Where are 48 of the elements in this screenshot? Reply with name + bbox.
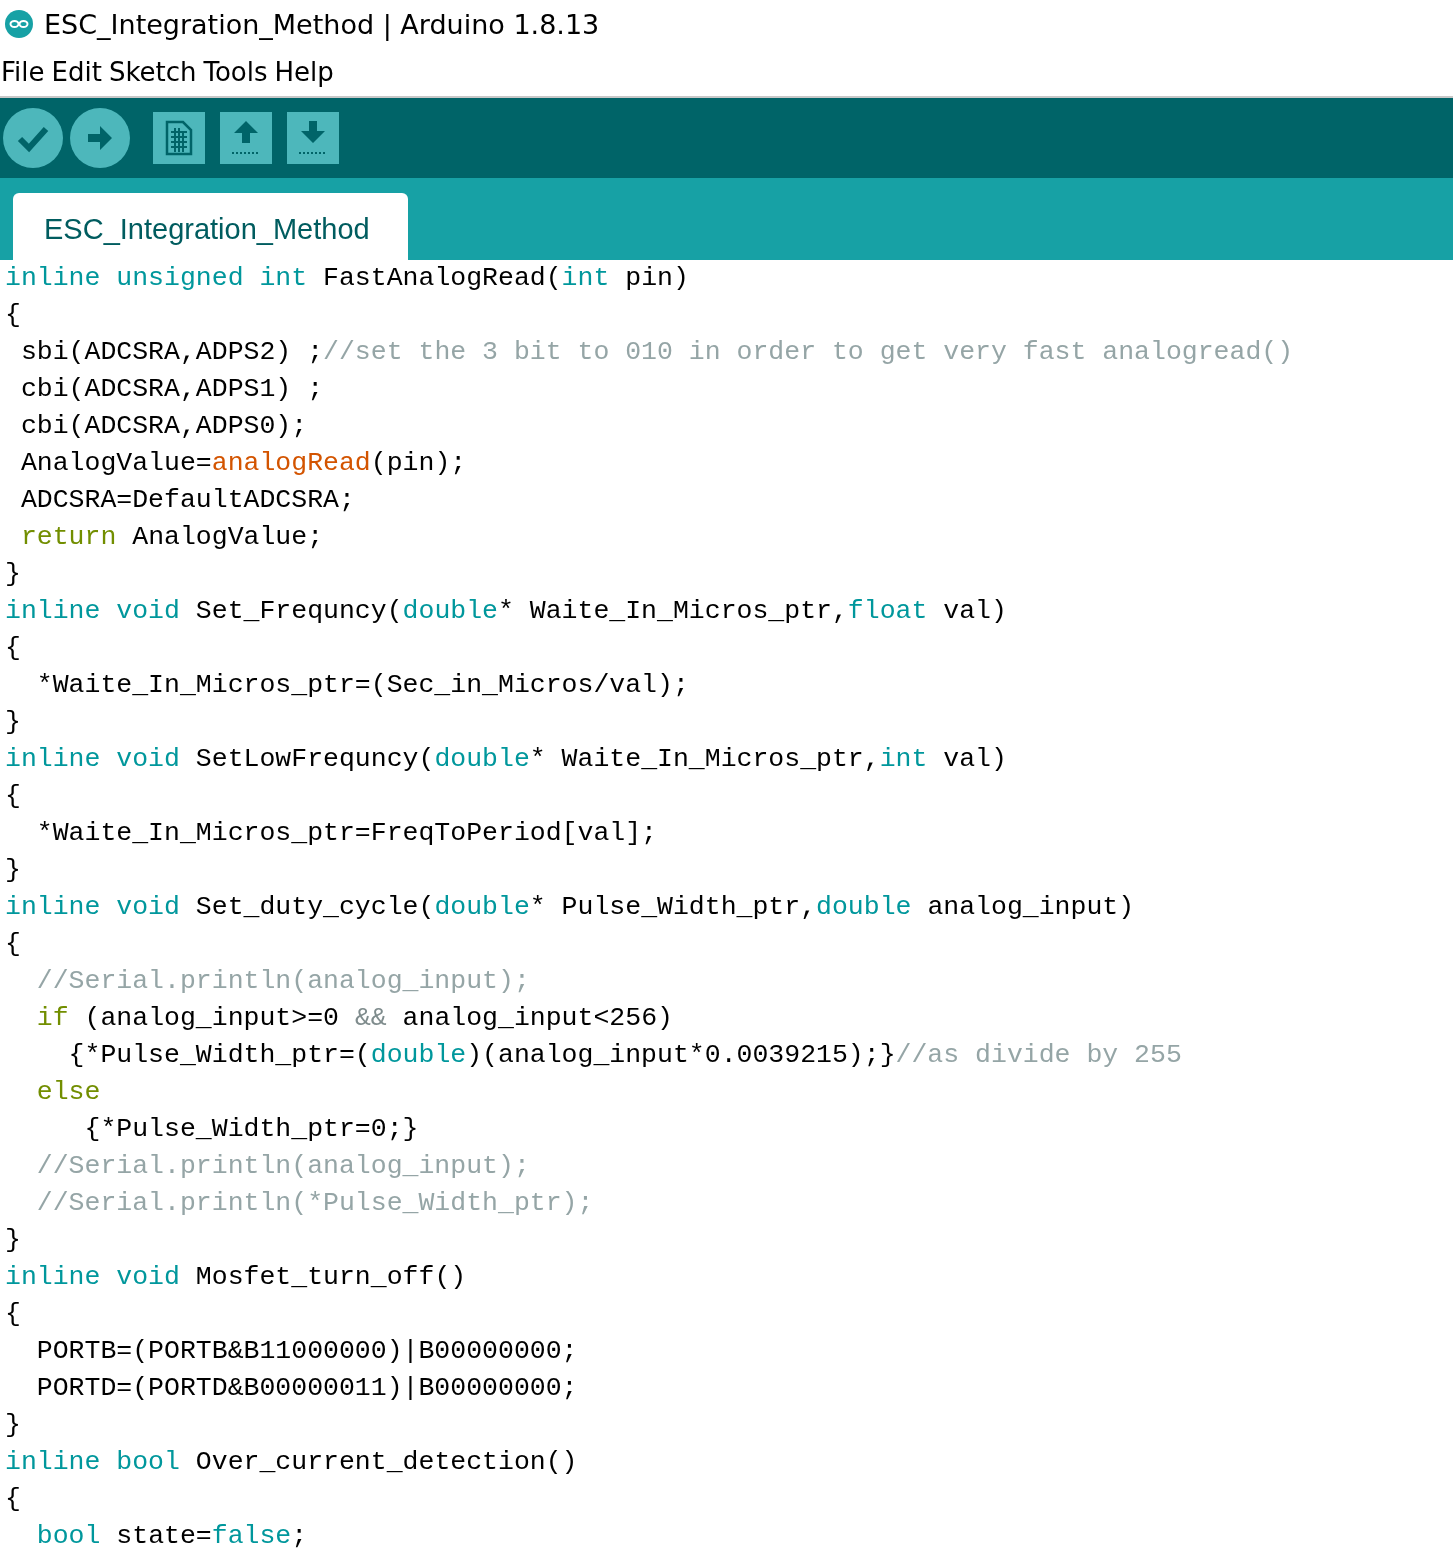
code-line: inline void Mosfet_turn_off()	[5, 1261, 468, 1294]
code-line: AnalogValue=analogRead(pin);	[19, 447, 468, 480]
code-line: //Serial.println(analog_input);	[35, 1150, 531, 1183]
code-line: //Serial.println(analog_input);	[35, 965, 531, 998]
code-line: inline void SetLowFrequncy(double* Waite_In_Micros_ptr,int val)	[5, 743, 1008, 776]
code-line: cbi(ADCSRA,ADPS1) ;	[19, 373, 325, 406]
code-line: //Serial.println(*Pulse_Width_ptr);	[35, 1187, 595, 1220]
code-line: inline unsigned int FastAnalogRead(int pin)	[5, 262, 690, 295]
upload-button[interactable]	[70, 108, 130, 168]
code-line: *Waite_In_Micros_ptr=(Sec_in_Micros/val);	[35, 669, 690, 702]
menu-item[interactable]: Sketch	[108, 57, 197, 87]
menu-item[interactable]: Tools	[203, 57, 268, 87]
code-line: }	[5, 1409, 22, 1442]
code-line: inline void Set_duty_cycle(double* Pulse_Width_ptr,double analog_input)	[5, 891, 1136, 924]
code-line: {*Pulse_Width_ptr=(double)(analog_input*0.0039215);}//as divide by 255	[67, 1039, 1183, 1072]
app-logo-icon	[4, 9, 34, 39]
code-line: inline bool Over_current_detection()	[5, 1446, 579, 1479]
code-line: {	[5, 299, 22, 332]
window-title: ESC_Integration_Method | Arduino 1.8.13	[44, 8, 600, 40]
code-line: }	[5, 558, 22, 591]
menu-item[interactable]: Help	[274, 57, 334, 87]
code-line: {	[5, 928, 22, 961]
code-line: {	[5, 780, 22, 813]
code-line: }	[5, 1224, 22, 1257]
menu-item[interactable]: Edit	[51, 57, 102, 87]
editor-tab[interactable]: ESC_Integration_Method	[13, 193, 408, 260]
code-line: PORTB=(PORTB&B11000000)|B00000000;	[35, 1335, 579, 1368]
code-line: {*Pulse_Width_ptr=0;}	[83, 1113, 420, 1146]
code-line: sbi(ADCSRA,ADPS2) ;//set the 3 bit to 010 in order to get very fast analogread()	[19, 336, 1295, 369]
code-line: return AnalogValue;	[19, 521, 325, 554]
code-line: if (analog_input>=0 && analog_input<256)	[35, 1002, 674, 1035]
code-line: PORTD=(PORTD&B00000011)|B00000000;	[35, 1372, 579, 1405]
code-line: cbi(ADCSRA,ADPS0);	[19, 410, 309, 443]
code-line: inline void Set_Frequncy(double* Waite_In_Micros_ptr,float val)	[5, 595, 1008, 628]
save-button[interactable]	[287, 112, 339, 164]
code-line: }	[5, 854, 22, 887]
code-line: ADCSRA=DefaultADCSRA;	[19, 484, 356, 517]
code-line: else	[35, 1076, 102, 1109]
code-line: {	[5, 1483, 22, 1516]
open-button[interactable]	[220, 112, 272, 164]
verify-button[interactable]	[3, 108, 63, 168]
code-line: {	[5, 1298, 22, 1331]
code-line: bool state=false;	[35, 1520, 309, 1553]
code-line: }	[5, 706, 22, 739]
menu-item[interactable]: File	[1, 57, 45, 87]
new-file-button[interactable]	[153, 112, 205, 164]
code-line: {	[5, 632, 22, 665]
code-line: *Waite_In_Micros_ptr=FreqToPeriod[val];	[35, 817, 658, 850]
